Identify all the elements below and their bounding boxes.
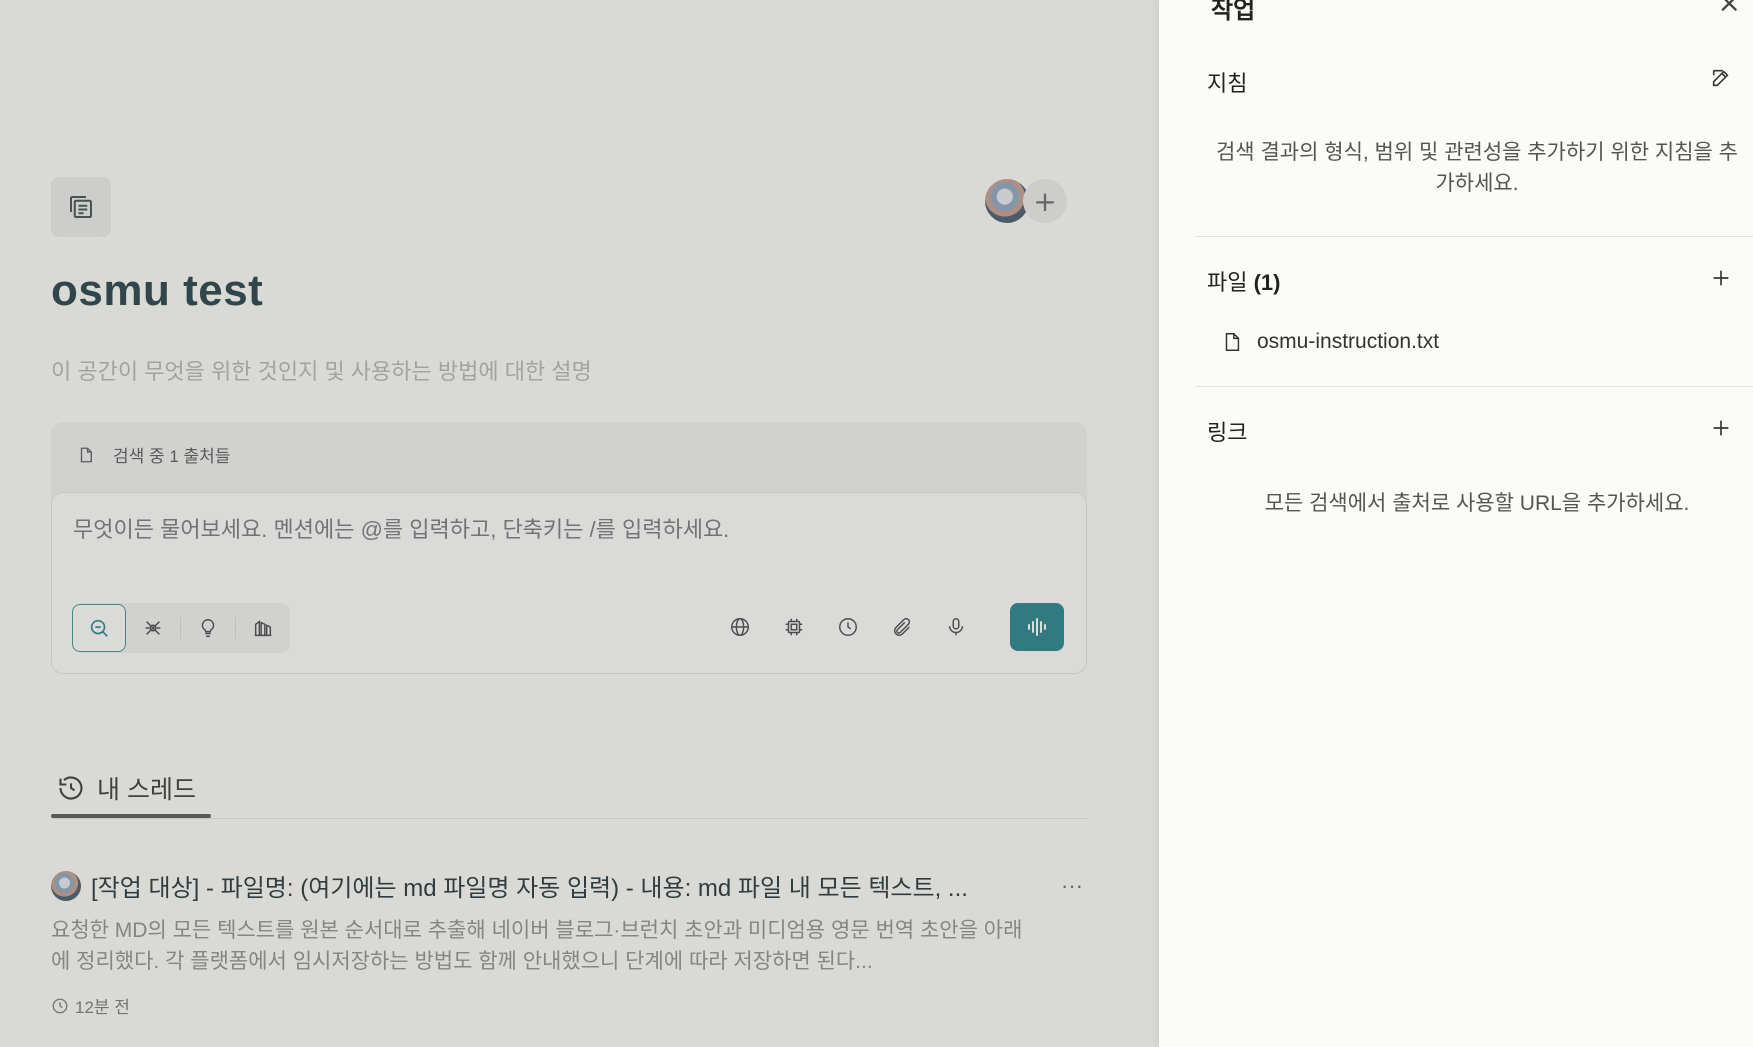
close-button[interactable]: × [1718,0,1741,19]
clock-icon [839,618,857,636]
space-settings-panel: 작업 × 지침 검색 결과의 형식, 범위 및 관련성을 추가하기 위한 지침을… [1159,0,1753,1047]
microphone-icon [948,618,964,636]
mode-reasoning-button[interactable] [181,604,235,652]
more-options-button[interactable]: ··· [1061,873,1083,899]
voice-mode-button[interactable] [1010,603,1064,651]
time-label: 12분 전 [75,998,130,1017]
divider [1195,386,1753,387]
paperclip-icon [893,618,911,636]
avatar [51,870,81,901]
lightbulb-icon [201,619,215,637]
links-hint[interactable]: 모든 검색에서 출처로 사용할 URL을 추가하세요. [1207,488,1747,519]
add-collaborator-button[interactable]: + [1023,179,1067,223]
mode-search-button[interactable] [72,604,126,652]
attach-button[interactable] [886,611,918,643]
ask-input[interactable] [73,517,1033,543]
edit-icon [1712,69,1729,87]
composer [51,492,1087,674]
instructions-hint[interactable]: 검색 결과의 형식, 범위 및 관련성을 추가하기 위한 지침을 추가하세요. [1207,137,1747,199]
search-icon [90,619,108,637]
files-count: (1) [1253,270,1281,295]
plus-icon [1713,270,1729,286]
files-title: 파일 (1) [1207,265,1281,297]
collaborators: + [983,177,1073,225]
space-main: + osmu test 이 공간이 무엇을 위한 것인지 및 사용하는 방법에 … [0,0,1159,1047]
mode-research-button[interactable] [126,604,180,652]
file-item[interactable]: osmu-instruction.txt [1221,330,1439,354]
sources-indicator[interactable]: 검색 중 1 출처들 [77,442,230,467]
history-button[interactable] [832,611,864,643]
space-description[interactable]: 이 공간이 무엇을 위한 것인지 및 사용하는 방법에 대한 설명 [51,354,592,386]
thread-snippet: 요청한 MD의 모든 텍스트를 원본 순서대로 추출해 네이버 블로그·브런치 … [51,919,1023,973]
thread-timestamp: 12분 전 [51,993,1091,1018]
thread-title[interactable]: [작업 대상] - 파일명: (여기에는 md 파일명 자동 입력) - 내용:… [91,868,1031,903]
history-icon [59,776,83,800]
labs-icon [254,620,272,637]
thread-item[interactable]: [작업 대상] - 파일명: (여기에는 md 파일명 자동 입력) - 내용:… [51,868,1091,1018]
tab-my-threads[interactable]: 내 스레드 [51,758,211,818]
file-icon [1225,333,1240,351]
research-icon [145,621,161,635]
space-emoji-button[interactable] [51,177,111,237]
panel-title: 작업 [1211,0,1256,24]
model-select-button[interactable] [778,611,810,643]
clock-icon [52,998,68,1013]
plus-icon [1713,420,1729,436]
add-file-button[interactable] [1707,264,1735,292]
instructions-title: 지침 [1207,71,1248,96]
voice-wave-icon [1028,618,1046,636]
mode-selector [72,603,290,653]
close-icon: × [1717,0,1741,19]
composer-tools [724,603,1064,651]
page-title[interactable]: osmu test [51,266,263,316]
divider [1195,236,1753,237]
edit-instructions-button[interactable] [1707,64,1735,92]
file-icon [80,447,92,462]
web-source-button[interactable] [724,611,756,643]
links-title: 링크 [1207,420,1248,445]
files-label: 파일 [1207,270,1248,295]
divider [51,818,1087,819]
dictation-button[interactable] [940,611,972,643]
composer-container: 검색 중 1 출처들 [51,422,1087,674]
add-link-button[interactable] [1707,414,1735,442]
file-name: osmu-instruction.txt [1257,330,1440,353]
sources-label: 검색 중 1 출처들 [113,447,231,466]
tab-label: 내 스레드 [97,776,196,804]
chip-icon [785,618,803,636]
plus-icon: + [1033,184,1057,218]
stack-icon [70,196,92,218]
mode-labs-button[interactable] [236,604,290,652]
globe-icon [731,618,749,636]
